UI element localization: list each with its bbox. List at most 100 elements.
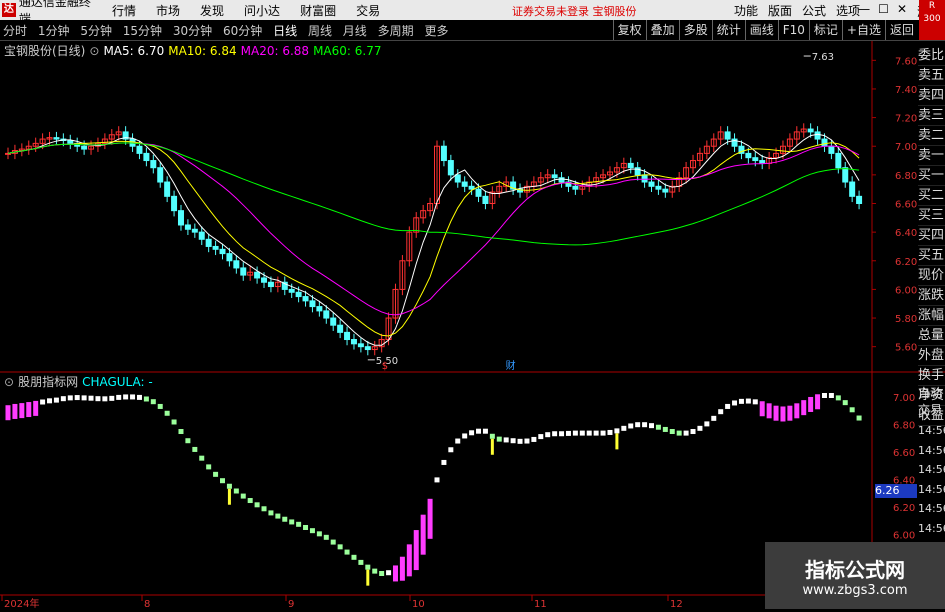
time-label: 14:56: [918, 424, 945, 437]
tool-fuquan[interactable]: 复权: [612, 20, 646, 40]
menu-item-hangqing[interactable]: 行情: [112, 2, 136, 19]
tab-1min[interactable]: 1分钟: [38, 24, 70, 38]
menu-item-faxian[interactable]: 发现: [200, 2, 224, 19]
quote-field: 卖四: [918, 86, 945, 106]
indicator-block: [102, 396, 108, 402]
indicator-block: [157, 403, 163, 409]
tool-back[interactable]: 返回: [884, 20, 918, 40]
indicator-block: [275, 513, 281, 519]
indicator-bar: [787, 405, 793, 421]
candle-body: [849, 181, 856, 197]
indicator-block: [462, 433, 468, 439]
indicator-block: [718, 409, 724, 415]
indicator-block: [330, 539, 336, 545]
menu-item-gongshi[interactable]: 公式: [802, 2, 826, 19]
minimize-icon[interactable]: —: [858, 2, 870, 16]
tool-biaoji[interactable]: 标记: [808, 20, 842, 40]
tool-tongji[interactable]: 统计: [711, 20, 745, 40]
tab-60min[interactable]: 60分钟: [223, 24, 262, 38]
tab-15min[interactable]: 15分钟: [123, 24, 162, 38]
indicator-block: [358, 559, 364, 565]
indicator-block: [496, 436, 502, 442]
quote-field: 买五: [918, 246, 945, 266]
tool-diejia[interactable]: 叠加: [645, 20, 679, 40]
candle-body: [454, 174, 461, 183]
maximize-icon[interactable]: ☐: [878, 2, 889, 16]
indicator-block: [247, 498, 253, 504]
indicator-block: [690, 429, 696, 435]
tab-30min[interactable]: 30分钟: [173, 24, 212, 38]
indicator-block: [607, 429, 613, 435]
ma5-line: [7, 133, 860, 346]
candle-body: [5, 152, 11, 155]
indicator-block: [434, 477, 440, 483]
menu-item-jiaoyi[interactable]: 交易: [356, 2, 380, 19]
indicator-block: [53, 397, 59, 403]
tab-more[interactable]: 更多: [424, 24, 448, 38]
tool-f10[interactable]: F10: [777, 20, 809, 40]
menu-item-wenxiaoda[interactable]: 问小达: [244, 2, 280, 19]
indicator-block: [586, 430, 592, 436]
x-tick-label: 10: [412, 599, 425, 609]
candle-body: [344, 331, 351, 341]
quote-panel: 委比 卖五 卖四 卖三 卖二 卖一 买一 买二 买三 买四 买五 现价 涨跌 涨幅 总量 外盘 换手 净资 收益: [918, 46, 945, 426]
indicator-signal: [490, 438, 494, 455]
indicator-block: [386, 570, 392, 576]
indicator-bar: [815, 394, 821, 410]
chart-area[interactable]: 7.60 7.40 7.20 7.00 6.80 6.60 6.40 6.20 6.00 5.80…: [0, 41, 945, 610]
tab-5min[interactable]: 5分钟: [80, 24, 112, 38]
indicator-block: [856, 415, 862, 421]
candle-body: [184, 224, 191, 230]
tab-multi-period[interactable]: 多周期: [378, 24, 414, 38]
tab-daily[interactable]: 日线: [273, 24, 297, 38]
candle-body: [655, 185, 662, 190]
y-tick-label: 7.00: [895, 142, 917, 153]
ma20-line: [7, 142, 860, 316]
indicator-bar: [794, 403, 800, 419]
candle-body: [357, 343, 364, 348]
indicator-block: [476, 428, 482, 434]
menu-item-shichang[interactable]: 市场: [156, 2, 180, 19]
menu-item-gongneng[interactable]: 功能: [734, 2, 758, 19]
candle-body: [482, 195, 489, 205]
time-label: 14:56: [918, 502, 945, 515]
menu-item-xuanxiang[interactable]: 选项: [836, 2, 860, 19]
trade-label[interactable]: 交易: [918, 402, 945, 419]
indicator-bar: [406, 544, 412, 577]
indicator-block: [642, 422, 648, 428]
tab-weekly[interactable]: 周线: [308, 24, 332, 38]
tool-duogu[interactable]: 多股: [678, 20, 712, 40]
tab-fenshi[interactable]: 分时: [3, 24, 27, 38]
kline-chart[interactable]: 7.60 7.40 7.20 7.00 6.80 6.60 6.40 6.20 6.00 5.80…: [0, 41, 945, 610]
ind-tick-label: 6.60: [893, 448, 915, 459]
tool-huaxian[interactable]: 画线: [744, 20, 778, 40]
auto-trade-label[interactable]: 自动: [918, 385, 945, 402]
collapse-icon[interactable]: ⊙: [4, 375, 14, 389]
ind-tick-label: 6.80: [893, 421, 915, 432]
tab-monthly[interactable]: 月线: [343, 24, 367, 38]
indicator-block: [565, 430, 571, 436]
candle-body: [648, 181, 655, 187]
high-price-label: 7.63: [812, 52, 834, 63]
candle-body: [627, 162, 634, 169]
indicator-block: [538, 434, 544, 440]
quote-field: 卖二: [918, 126, 945, 146]
indicator-bar: [773, 405, 779, 421]
indicator-block: [676, 430, 682, 436]
indicator-block: [524, 438, 530, 444]
chevron-down-icon[interactable]: ⊙: [89, 44, 99, 58]
indicator-bar: [12, 403, 18, 419]
candle-body: [136, 145, 143, 154]
tool-add-watchlist[interactable]: +自选: [841, 20, 885, 40]
candle-body: [171, 195, 178, 212]
x-tick-label: 2024年: [4, 597, 39, 609]
y-tick-label: 5.80: [895, 314, 917, 325]
trade-notice[interactable]: 证券交易未登录 宝钢股份: [512, 3, 637, 19]
indicator-bar: [413, 530, 419, 571]
indicator-block: [240, 493, 246, 499]
menu-item-caifuquan[interactable]: 财富圈: [300, 2, 336, 19]
period-toolbar: 分时 1分钟 5分钟 15分钟 30分钟 60分钟 日线 周线 月线 多周期 更…: [0, 20, 945, 41]
quote-field: 卖五: [918, 66, 945, 86]
menu-item-banmian[interactable]: 版面: [768, 2, 792, 19]
close-icon[interactable]: ✕: [897, 2, 907, 16]
